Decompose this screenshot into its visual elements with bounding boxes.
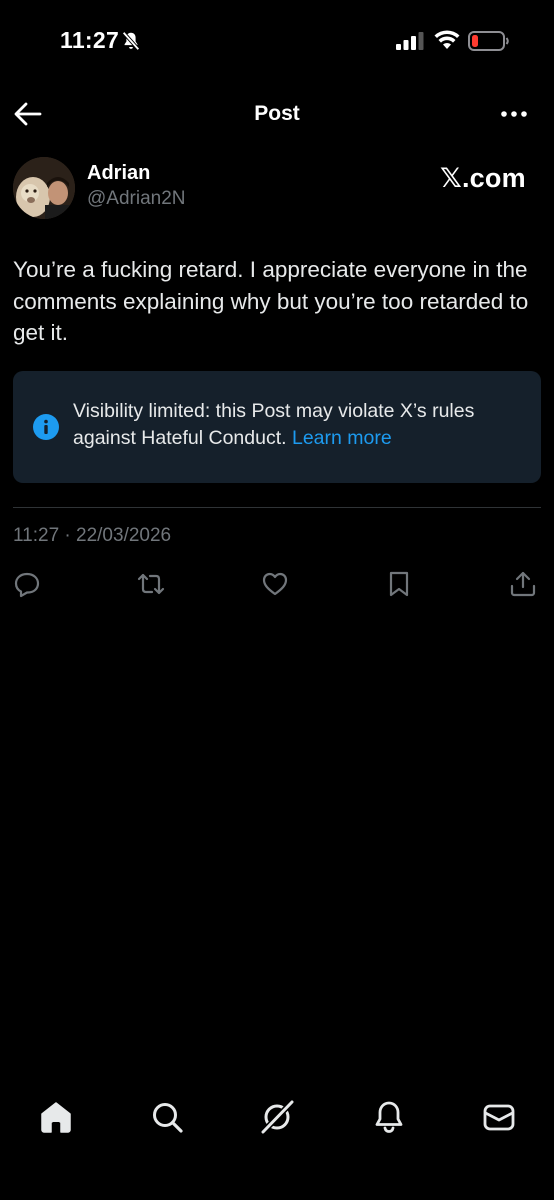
reply-icon[interactable] [13,570,41,598]
repost-icon[interactable] [137,570,165,598]
share-icon[interactable] [509,570,537,598]
like-icon[interactable] [261,570,289,598]
bell-slash-icon [122,31,140,51]
more-horizontal-icon[interactable] [496,102,532,126]
top-app-bar: Post [0,90,554,138]
post-text: You’re a fucking retard. I appreciate ev… [13,257,529,345]
x-com-watermark: 𝕏.com [440,163,526,193]
messages-icon[interactable] [482,1100,516,1134]
status-time: 11:27 [60,27,120,53]
avatar[interactable] [13,157,75,219]
author-name[interactable]: Adrian [87,162,150,185]
page-title: Post [254,102,300,125]
post-timestamp: 11:27 · 22/03/2026 [13,525,172,546]
search-icon[interactable] [150,1100,184,1134]
author-handle[interactable]: @Adrian2N [87,188,186,210]
signal-icon [396,32,424,50]
divider [13,507,541,508]
visibility-notice: Visibility limited: this Post may violat… [13,371,541,483]
learn-more-link[interactable]: Learn more [292,427,392,449]
grok-icon[interactable] [260,1100,294,1134]
notice-text: Visibility limited: this Post may violat… [73,398,528,451]
info-icon [33,414,59,440]
avatar-image [13,157,75,219]
home-icon[interactable] [39,1100,73,1134]
wifi-icon [434,30,460,49]
status-bar: 11:27 [0,0,554,84]
notice-message: Visibility limited: this Post may violat… [73,400,475,449]
bookmark-icon[interactable] [385,570,413,598]
battery-low-icon [468,31,509,51]
notifications-icon[interactable] [372,1100,406,1134]
